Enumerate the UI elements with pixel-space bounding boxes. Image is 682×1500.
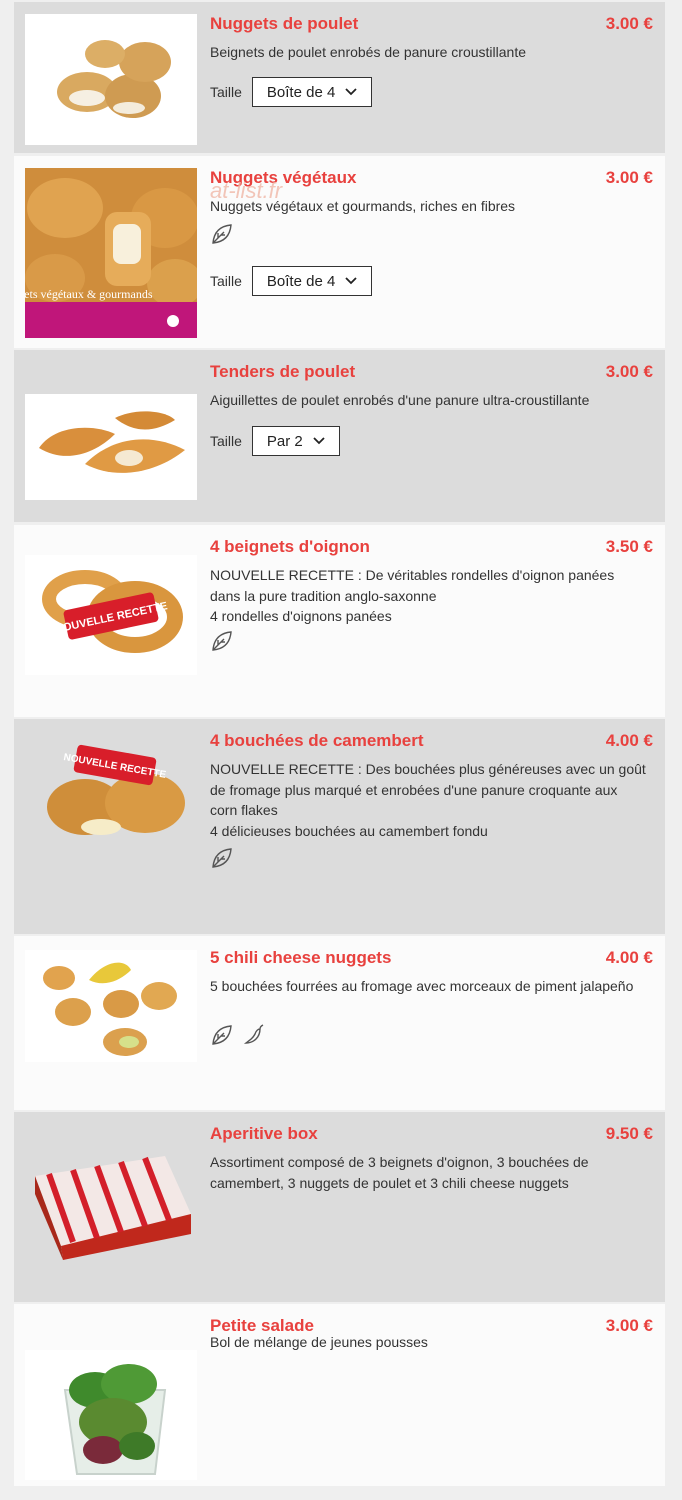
leaf-icon xyxy=(212,224,232,244)
item-description: Aiguillettes de poulet enrobés d'une pan… xyxy=(210,392,590,408)
product-image xyxy=(25,1350,197,1480)
menu-item-nuggets-poulet[interactable]: Nuggets de poulet 3.00 € Beignets de pou… xyxy=(14,2,665,153)
menu-list: Nuggets de poulet 3.00 € Beignets de pou… xyxy=(0,0,682,1500)
size-value: Par 2 xyxy=(266,432,303,450)
size-dropdown[interactable]: Boîte de 4 xyxy=(251,77,373,107)
item-title: 4 bouchées de camembert xyxy=(210,731,424,750)
product-image xyxy=(25,394,197,500)
item-description: 5 bouchées fourrées au fromage avec morc… xyxy=(210,978,634,994)
menu-item-aperitive-box[interactable]: Aperitive box 9.50 € Assortiment composé… xyxy=(14,1112,665,1302)
item-title: 4 beignets d'oignon xyxy=(210,537,370,556)
menu-item-tenders-poulet[interactable]: Tenders de poulet 3.00 € Aiguillettes de… xyxy=(14,350,665,522)
menu-item-beignets-oignon[interactable]: NOUVELLE RECETTE 4 beignets d'oignon 3.5… xyxy=(14,525,665,717)
item-title: 5 chili cheese nuggets xyxy=(210,948,392,967)
leaf-icon xyxy=(212,1025,232,1045)
diet-icons xyxy=(210,629,234,653)
item-title: Nuggets de poulet xyxy=(210,14,359,33)
product-image xyxy=(25,14,197,145)
menu-item-nuggets-vegetaux[interactable]: Nuggets végétaux & gourmands Nuggets vég… xyxy=(14,156,665,348)
chili-icon xyxy=(243,1024,264,1044)
item-title: Aperitive box xyxy=(210,1124,318,1143)
size-selector: Taille Par 2 xyxy=(210,426,340,456)
chevron-down-icon xyxy=(313,437,325,445)
size-value: Boîte de 4 xyxy=(266,272,336,290)
leaf-icon xyxy=(212,848,232,868)
size-selector: Taille Boîte de 4 xyxy=(210,266,373,296)
item-description: Assortiment composé de 3 beignets d'oign… xyxy=(210,1154,589,1191)
item-price: 9.50 € xyxy=(605,1124,653,1143)
diet-icons xyxy=(210,222,234,246)
diet-icons xyxy=(210,846,234,870)
chevron-down-icon xyxy=(345,277,357,285)
leaf-icon xyxy=(212,631,232,651)
item-description: NOUVELLE RECETTE : Des bouchées plus gén… xyxy=(210,761,646,839)
item-price: 4.00 € xyxy=(605,731,653,750)
size-selector: Taille Boîte de 4 xyxy=(210,77,373,107)
item-price: 3.00 € xyxy=(605,168,653,187)
size-dropdown[interactable]: Boîte de 4 xyxy=(251,266,373,296)
item-price: 3.00 € xyxy=(605,14,653,33)
chevron-down-icon xyxy=(345,88,357,96)
size-label: Taille xyxy=(210,433,242,449)
menu-item-bouchees-camembert[interactable]: NOUVELLE RECETTE 4 bouchées de camembert… xyxy=(14,719,665,934)
product-image: Nuggets végétaux & gourmands xyxy=(25,168,197,338)
size-dropdown[interactable]: Par 2 xyxy=(251,426,340,456)
product-image xyxy=(25,1142,197,1264)
product-image xyxy=(25,950,197,1062)
item-title: Tenders de poulet xyxy=(210,362,356,381)
item-description: Bol de mélange de jeunes pousses xyxy=(210,1334,428,1350)
product-image: NOUVELLE RECETTE xyxy=(25,555,197,675)
menu-item-petite-salade[interactable]: Petite salade 3.00 € Bol de mélange de j… xyxy=(14,1304,665,1486)
item-price: 3.00 € xyxy=(605,362,653,381)
product-image: NOUVELLE RECETTE xyxy=(25,733,197,845)
diet-icons xyxy=(210,1023,266,1047)
item-price: 4.00 € xyxy=(605,948,653,967)
item-description: NOUVELLE RECETTE : De véritables rondell… xyxy=(210,567,615,624)
watermark: at-list.fr xyxy=(210,178,283,203)
size-label: Taille xyxy=(210,84,242,100)
size-value: Boîte de 4 xyxy=(266,83,336,101)
item-price: 3.50 € xyxy=(605,537,653,556)
item-description: Beignets de poulet enrobés de panure cro… xyxy=(210,44,526,60)
image-text: Nuggets végétaux & gourmands xyxy=(25,287,153,301)
size-label: Taille xyxy=(210,273,242,289)
menu-item-chili-cheese-nuggets[interactable]: 5 chili cheese nuggets 4.00 € 5 bouchées… xyxy=(14,936,665,1110)
